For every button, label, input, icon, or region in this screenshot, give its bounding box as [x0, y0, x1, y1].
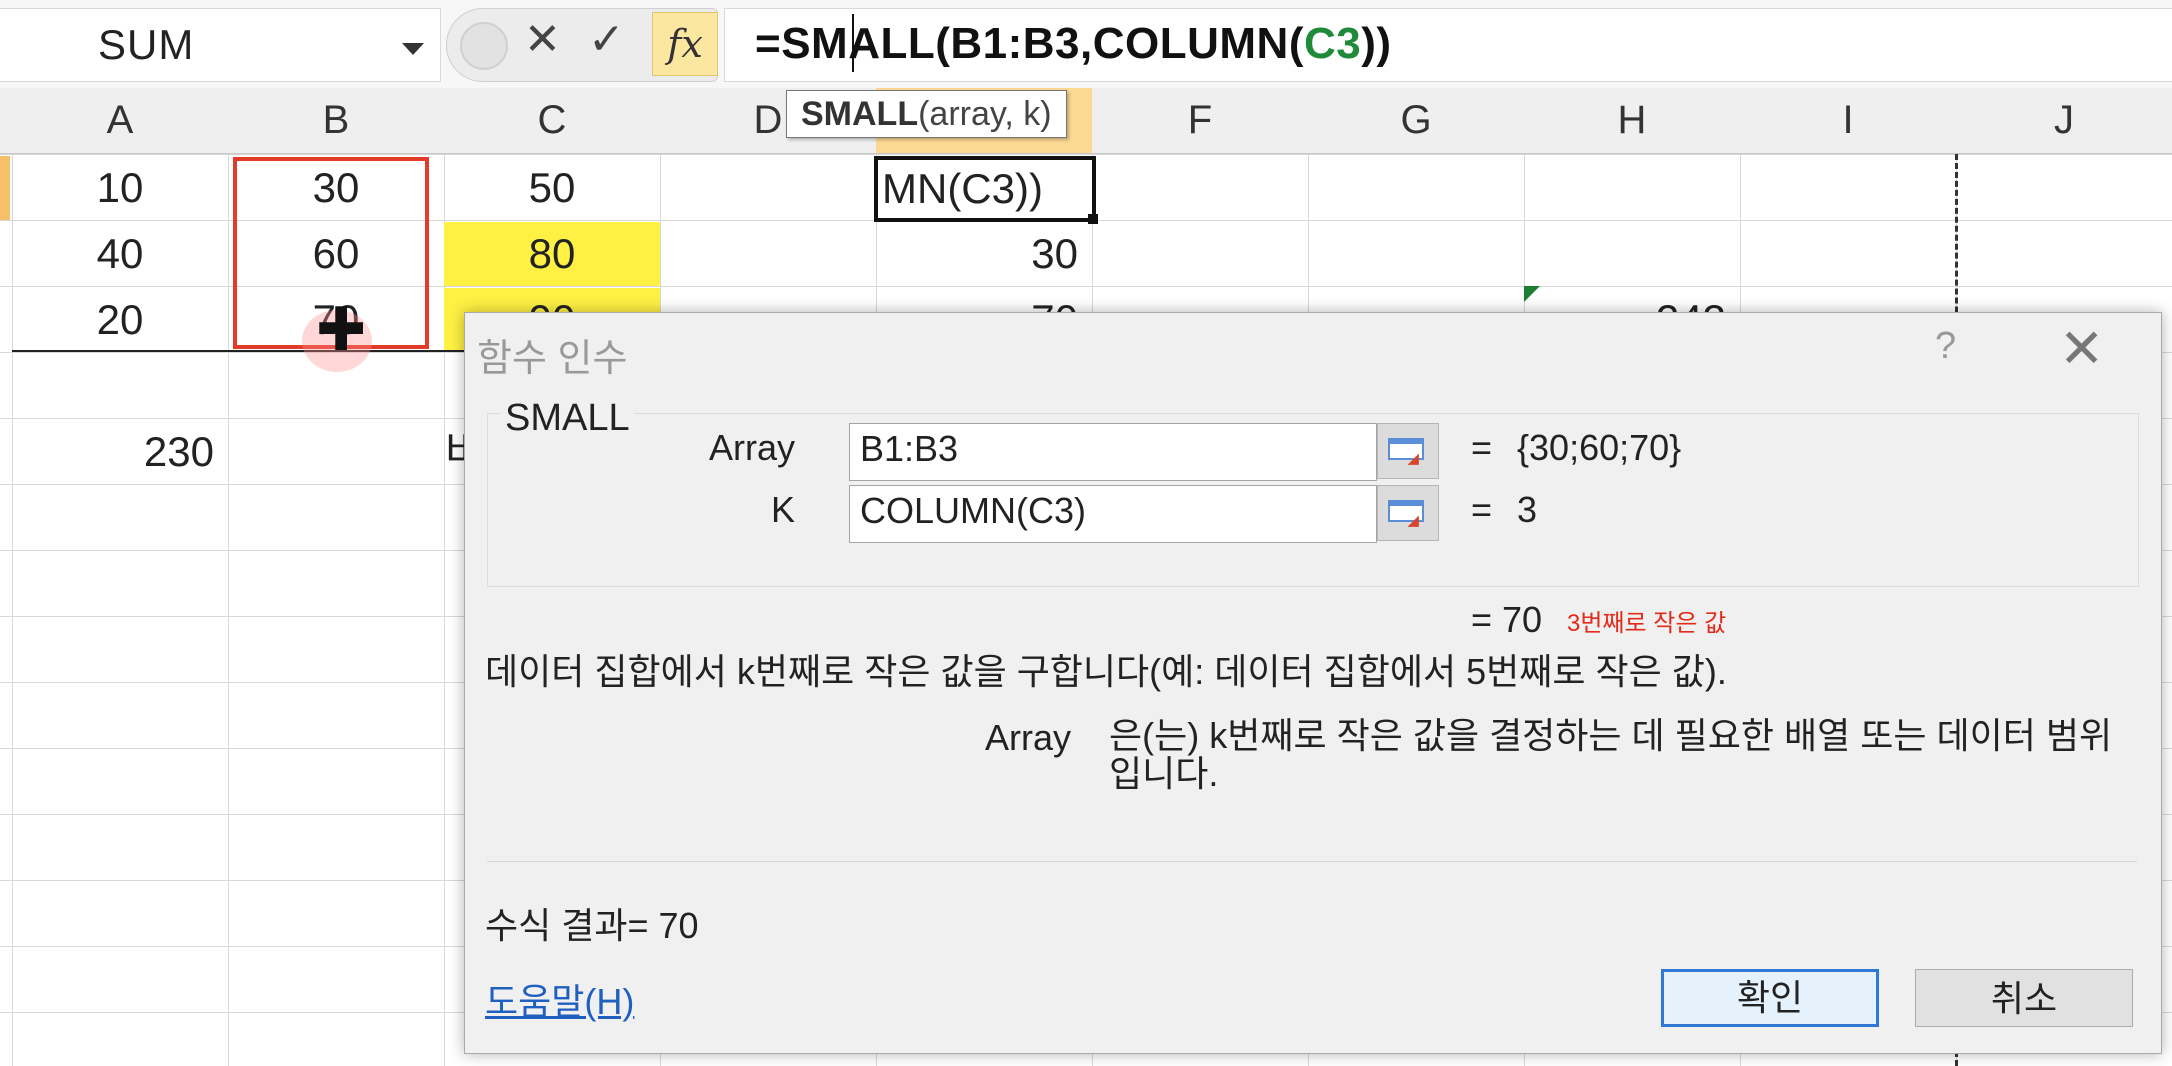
- column-header-b[interactable]: B: [228, 88, 445, 154]
- arg-equals: =: [1471, 489, 1493, 530]
- array-input-value: B1:B3: [860, 428, 959, 469]
- cancel-button[interactable]: 취소: [1915, 969, 2133, 1027]
- text-caret: [852, 14, 854, 72]
- tooltip-args: (array, k): [918, 95, 1052, 133]
- range-select-icon-bar: [1388, 500, 1424, 506]
- active-cell-e1[interactable]: MN(C3)): [874, 156, 1096, 222]
- arg-help-text: 은(는) k번째로 작은 값을 결정하는 데 필요한 배열 또는 데이터 범위입…: [1109, 715, 2113, 794]
- collapse-dialog-button[interactable]: [1377, 485, 1439, 541]
- function-arguments-dialog: 함수 인수 ? ✕ SMALL Array B1:B3 = {30;60;70}…: [464, 312, 2162, 1054]
- collapse-dialog-button[interactable]: [1377, 423, 1439, 479]
- array-input[interactable]: B1:B3: [849, 423, 1377, 481]
- name-box[interactable]: SUM: [0, 8, 441, 82]
- cell-a1[interactable]: 10: [12, 156, 228, 220]
- formula-part: =SMALL(B1:B3,COLUMN(: [755, 19, 1304, 68]
- function-tooltip[interactable]: SMALL(array, k): [786, 90, 1067, 138]
- k-input[interactable]: COLUMN(C3): [849, 485, 1377, 543]
- cell-a5[interactable]: 230: [12, 420, 228, 484]
- formula-result: 수식 결과= 70: [485, 905, 699, 946]
- cell-a2[interactable]: 40: [12, 222, 228, 286]
- close-icon[interactable]: ✕: [2059, 317, 2104, 380]
- column-header-j[interactable]: J: [1956, 88, 2172, 154]
- column-header-h[interactable]: H: [1524, 88, 1741, 154]
- arg-equals: =: [1471, 427, 1493, 468]
- arg-result-k: 3: [1517, 489, 1538, 530]
- formula-input[interactable]: =SMALL(B1:B3,COLUMN(C3)): [724, 8, 2172, 82]
- dialog-title: 함수 인수: [477, 338, 628, 380]
- row-header-marker: [0, 156, 10, 220]
- formula-bar: SUM ✕ ✓ fx =SMALL(B1:B3,COLUMN(C3)): [0, 0, 2172, 89]
- cell-e2[interactable]: 30: [876, 222, 1092, 286]
- help-link[interactable]: 도움말(H): [485, 973, 634, 1025]
- help-icon[interactable]: ?: [1935, 325, 1956, 368]
- error-indicator-icon: [1524, 286, 1540, 302]
- divider: [487, 861, 2137, 862]
- overall-result: = 70: [1471, 599, 1543, 640]
- crosshair-cursor-icon: ✚: [316, 296, 367, 363]
- column-header-f[interactable]: F: [1092, 88, 1309, 154]
- ok-button[interactable]: 확인: [1661, 969, 1879, 1027]
- column-header-i[interactable]: I: [1740, 88, 1957, 154]
- arg-label-array: Array: [708, 427, 795, 468]
- formula-text: =SMALL(B1:B3,COLUMN(C3)): [755, 19, 1392, 69]
- cell-e1-editing: MN(C3)): [882, 165, 1043, 212]
- cancel-icon[interactable]: ✕: [524, 14, 561, 65]
- insert-function-icon[interactable]: fx: [652, 12, 718, 76]
- column-header-a[interactable]: A: [12, 88, 229, 154]
- cell-c2[interactable]: 80: [444, 222, 660, 286]
- name-box-value: SUM: [98, 21, 195, 68]
- cell-a3[interactable]: 20: [12, 288, 228, 352]
- annotation-text: 3번째로 작은 값: [1567, 610, 1727, 637]
- more-options-icon[interactable]: [460, 22, 508, 70]
- arg-help-name: Array: [985, 717, 1072, 758]
- function-description: 데이터 집합에서 k번째로 작은 값을 구합니다(예: 데이터 집합에서 5번째…: [485, 651, 1727, 692]
- formula-ref: C3: [1303, 19, 1362, 68]
- check-icon[interactable]: ✓: [588, 14, 625, 65]
- k-input-value: COLUMN(C3): [860, 490, 1087, 531]
- cell-c1[interactable]: 50: [444, 156, 660, 220]
- fill-handle[interactable]: [1088, 214, 1098, 224]
- range-select-icon-bar: [1388, 438, 1424, 444]
- column-header-c[interactable]: C: [444, 88, 661, 154]
- arg-label-k: K: [770, 489, 795, 530]
- chevron-down-icon[interactable]: [402, 43, 424, 55]
- column-header-g[interactable]: G: [1308, 88, 1525, 154]
- formula-part: )): [1361, 19, 1392, 68]
- arg-result-array: {30;60;70}: [1517, 427, 1682, 468]
- tooltip-function: SMALL: [801, 95, 919, 133]
